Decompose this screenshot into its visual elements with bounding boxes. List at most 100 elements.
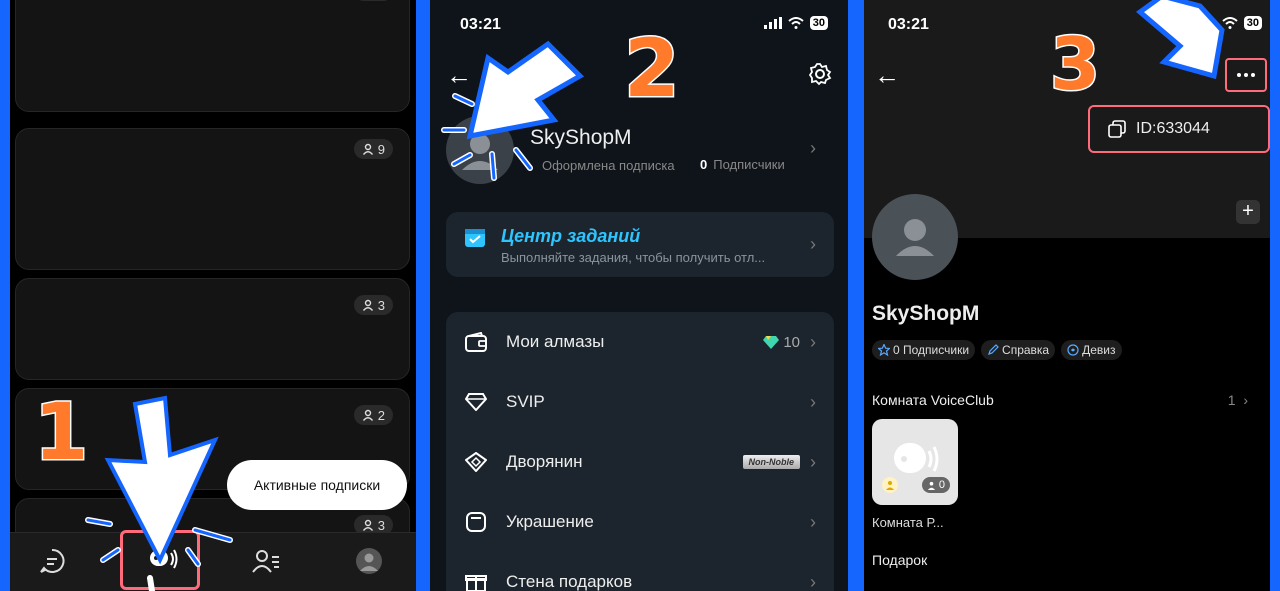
avatar [446,116,514,184]
diamond-count: 10 [783,333,800,351]
member-count-badge: 3 [353,295,393,315]
person-icon [362,519,373,531]
room-tile-label: Комната Р... [872,515,944,530]
back-arrow-icon[interactable]: ← [874,62,900,88]
menu-item-svip[interactable]: SVIP › [446,372,834,432]
status-icons: 30 [763,16,828,30]
contacts-icon[interactable] [250,545,282,577]
pencil-icon [988,344,999,355]
avatar[interactable] [872,194,958,280]
id-copy-popup[interactable]: ID:633044 [1088,105,1270,153]
gift-section-title: Подарок [872,552,928,568]
chevron-right-icon: › [810,571,816,591]
member-count: 0 [938,479,945,491]
member-count-badge: 2 [353,405,393,425]
motto-chip[interactable]: Девиз [1061,340,1122,360]
member-count: 2 [377,407,385,423]
room-owner-badge [882,477,898,493]
settings-gear-icon[interactable] [808,62,832,91]
star-icon [878,344,890,356]
menu-item-label: Мои алмазы [506,332,605,351]
menu-item-diamonds[interactable]: Мои алмазы 10 › [446,312,834,372]
menu-item-label: Украшение [506,512,594,531]
room-card[interactable]: 6 [15,0,410,112]
menu-item-noble[interactable]: Дворянин Non-Noble › [446,432,834,492]
gem-icon [763,336,780,349]
status-icons: 30 [1222,16,1262,30]
task-subtitle: Выполняйте задания, чтобы получить отл..… [501,250,766,265]
chevron-right-icon: › [810,234,816,254]
member-count: 9 [377,141,385,157]
room-card[interactable]: 3 [15,278,410,380]
panel-profile-menu: 03:21 30 ← SkyShopM Оформлена подписка 0… [430,0,848,591]
back-arrow-icon[interactable]: ← [446,62,472,88]
followers-chip[interactable]: 0 Подписчики [872,340,976,360]
profile-avatar[interactable] [353,545,385,577]
chevron-right-icon: › [810,511,816,532]
room-card[interactable]: 9 [15,128,410,270]
username: SkyShopM [872,302,980,325]
menu-item-label: Стена подарков [506,572,633,591]
menu-item-label: SVIP [506,392,545,411]
chevron-right-icon: › [810,331,816,352]
menu-item-label: Дворянин [506,452,583,471]
subscribers-label: Подписчики [713,157,785,172]
highlight-box [120,530,200,590]
battery-level: 30 [1243,16,1262,30]
gift-icon [464,570,488,591]
menu-item-gift-wall[interactable]: Стена подарков › [446,552,834,591]
chat-icon[interactable] [36,545,68,577]
wallet-icon [464,330,488,354]
more-icon [1237,73,1255,77]
step-number: 1 [32,387,89,480]
subscribed-label: Оформлена подписка [542,158,675,173]
panel-rooms: 6 9 3 2 3 [10,0,416,591]
profile-row[interactable]: SkyShopM Оформлена подписка 0 Подписчики … [446,112,834,184]
step-number: 2 [623,21,682,117]
diamond-balance: 10 [763,334,800,351]
calendar-icon [464,226,486,253]
user-id: ID:633044 [1136,120,1210,137]
more-options-button[interactable] [1225,58,1267,92]
room-section-count[interactable]: 1 › [1228,392,1248,408]
subscribers-stat: 0 Подписчики [700,157,785,172]
person-icon [362,299,373,311]
add-cover-button[interactable]: + [1236,200,1260,224]
member-count-badge: 6 [353,0,393,1]
profile-chips: 0 Подписчики Справка Девиз [872,340,1122,360]
panel-user-profile: 03:21 30 ← ID:633044 + SkyShopM 0 Подпис… [864,0,1270,591]
room-tile[interactable]: 0 [872,419,958,505]
username: SkyShopM [530,126,632,149]
chip-label: 0 Подписчики [893,343,970,357]
help-chip[interactable]: Справка [981,340,1056,360]
person-icon [886,481,894,490]
wifi-icon [1222,17,1238,29]
status-time: 03:21 [888,16,929,33]
chip-label: Девиз [1082,343,1116,357]
wifi-icon [788,17,804,29]
menu-item-decoration[interactable]: Украшение › [446,492,834,552]
chevron-right-icon: › [810,451,816,472]
battery-level: 30 [809,16,828,30]
crown-icon [464,450,488,474]
task-center-card[interactable]: Центр заданий Выполняйте задания, чтобы … [446,212,834,277]
signal-icon [763,17,782,29]
room-count: 1 [1227,392,1236,408]
chevron-right-icon: › [810,391,816,412]
copy-icon [1108,120,1126,138]
member-count: 3 [377,517,385,533]
status-time: 03:21 [460,16,501,33]
room-section-title: Комната VoiceClub [872,392,994,408]
active-subscriptions-tooltip[interactable]: Активные подписки [227,460,407,510]
chevron-right-icon: › [810,138,816,158]
subscribers-count: 0 [700,157,708,172]
person-icon [927,481,935,490]
diamond-icon [464,390,488,414]
member-count-badge: 9 [353,139,393,159]
motto-icon [1067,344,1079,356]
chip-label: Справка [1002,343,1050,357]
person-icon [362,409,373,421]
member-count: 3 [377,297,385,313]
menu-list: Мои алмазы 10 › SVIP › Дворянин Non-Nobl… [446,312,834,591]
noble-badge: Non-Noble [742,455,800,469]
